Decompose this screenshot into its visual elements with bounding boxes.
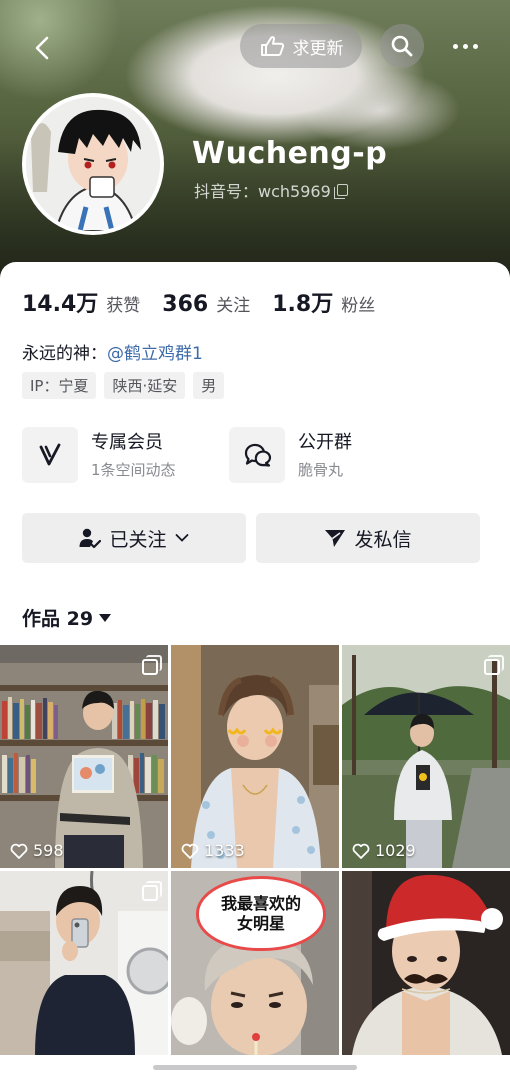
tag-location: 陕西·延安 bbox=[104, 372, 186, 399]
public-group-entry[interactable]: 公开群 脆骨丸 bbox=[229, 427, 352, 483]
video-tile-2[interactable]: 1333 bbox=[171, 645, 339, 868]
video-thumbnail-6 bbox=[342, 871, 510, 1055]
heart-icon bbox=[10, 843, 28, 859]
followed-button[interactable]: 已关注 bbox=[22, 513, 246, 563]
public-group-title: 公开群 bbox=[298, 431, 352, 453]
video-likes-count: 1029 bbox=[375, 841, 416, 860]
stat-followers-label: 粉丝 bbox=[341, 296, 376, 316]
stat-likes-value: 14.4万 bbox=[22, 292, 99, 317]
stat-following[interactable]: 366 关注 bbox=[162, 291, 250, 317]
user-check-icon bbox=[79, 528, 102, 549]
avatar-image bbox=[26, 97, 160, 231]
caret-down-icon bbox=[99, 613, 112, 622]
bio: 永远的神：@鹤立鸡群1 bbox=[22, 339, 203, 364]
send-icon bbox=[325, 530, 346, 547]
more-button[interactable] bbox=[440, 24, 490, 68]
video-tile-6[interactable] bbox=[342, 871, 510, 1055]
search-button[interactable] bbox=[380, 24, 424, 68]
multi-image-icon bbox=[484, 655, 504, 675]
stat-following-label: 关注 bbox=[216, 296, 251, 316]
stat-likes[interactable]: 14.4万 获赞 bbox=[22, 286, 140, 318]
bio-mention-link[interactable]: @鹤立鸡群1 bbox=[107, 344, 203, 364]
member-v-icon bbox=[22, 427, 78, 483]
tag-gender: 男 bbox=[193, 372, 225, 399]
video-likes-count: 1333 bbox=[204, 841, 245, 860]
heart-icon bbox=[352, 843, 370, 859]
douyin-id[interactable]: 抖音号：wch5969 bbox=[194, 178, 348, 202]
stat-following-value: 366 bbox=[162, 292, 209, 317]
caption-line-1: 我最喜欢的 bbox=[220, 893, 301, 913]
send-message-button[interactable]: 发私信 bbox=[256, 513, 480, 563]
video-thumbnail-2 bbox=[171, 645, 339, 868]
caption-line-2: 女明星 bbox=[236, 913, 285, 933]
works-label: 作品 29 bbox=[22, 608, 94, 630]
chevron-down-icon bbox=[175, 534, 188, 542]
nickname: Wucheng-p bbox=[192, 136, 388, 171]
tag-row: IP：宁夏 陕西·延安 男 bbox=[22, 372, 225, 399]
home-indicator[interactable] bbox=[153, 1065, 357, 1070]
back-button[interactable] bbox=[22, 28, 62, 68]
stat-followers[interactable]: 1.8万 粉丝 bbox=[272, 286, 375, 318]
video-likes-3: 1029 bbox=[352, 841, 416, 860]
exclusive-member-subtitle: 1条空间动态 bbox=[91, 460, 176, 479]
hand-point-icon bbox=[260, 36, 284, 56]
douyin-id-text: 抖音号：wch5969 bbox=[194, 182, 331, 201]
send-message-label: 发私信 bbox=[354, 528, 412, 551]
avatar[interactable] bbox=[22, 93, 164, 235]
video-tile-4[interactable] bbox=[0, 871, 168, 1055]
more-icon bbox=[452, 43, 478, 49]
video-likes-count: 598 bbox=[33, 841, 64, 860]
search-icon bbox=[391, 35, 413, 57]
heart-icon bbox=[181, 843, 199, 859]
video-likes-2: 1333 bbox=[181, 841, 245, 860]
stats-row: 14.4万 获赞 366 关注 1.8万 粉丝 bbox=[22, 286, 397, 318]
multi-image-icon bbox=[142, 881, 162, 901]
bio-prefix: 永远的神： bbox=[22, 344, 107, 364]
video-tile-5[interactable]: 我最喜欢的 女明星 bbox=[171, 871, 339, 1055]
request-update-label: 求更新 bbox=[292, 38, 344, 59]
video-tile-3[interactable]: 1029 bbox=[342, 645, 510, 868]
exclusive-member-entry[interactable]: 专属会员 1条空间动态 bbox=[22, 427, 176, 483]
video-tile-1[interactable]: 598 bbox=[0, 645, 168, 868]
stat-followers-value: 1.8万 bbox=[272, 292, 334, 317]
video-thumbnail-3 bbox=[342, 645, 510, 868]
public-group-subtitle: 脆骨丸 bbox=[298, 460, 344, 479]
stat-likes-label: 获赞 bbox=[106, 296, 141, 316]
group-chat-icon bbox=[229, 427, 285, 483]
followed-label: 已关注 bbox=[109, 528, 167, 551]
copy-icon[interactable] bbox=[333, 184, 348, 199]
video-caption-bubble: 我最喜欢的 女明星 bbox=[196, 876, 326, 951]
works-tab[interactable]: 作品 29 bbox=[22, 604, 112, 631]
tag-ip: IP：宁夏 bbox=[22, 372, 97, 399]
video-likes-1: 598 bbox=[10, 841, 64, 860]
video-thumbnail-1 bbox=[0, 645, 168, 868]
multi-image-icon bbox=[142, 655, 162, 675]
request-update-button[interactable]: 求更新 bbox=[240, 24, 362, 68]
chevron-left-icon bbox=[35, 36, 49, 60]
exclusive-member-title: 专属会员 bbox=[91, 431, 163, 453]
